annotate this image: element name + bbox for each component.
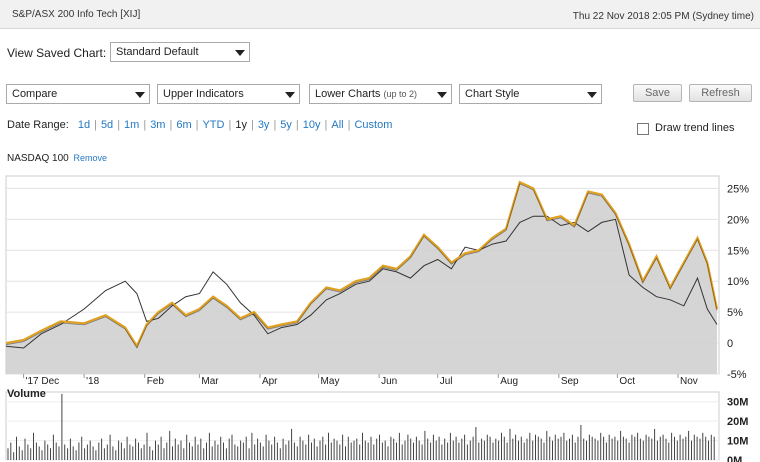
y-tick-label: 15%: [727, 245, 749, 257]
volume-tick-label: 20M: [727, 416, 748, 428]
range-separator: |: [169, 119, 173, 131]
volume-tick-label: 10M: [727, 436, 748, 448]
range-custom[interactable]: Custom: [354, 119, 392, 131]
chevron-down-icon: [437, 92, 447, 98]
x-tick-label: '17 Dec: [26, 376, 60, 387]
saved-chart-label: View Saved Chart:: [7, 46, 107, 60]
x-tick-label: Mar: [201, 376, 219, 387]
date-range-label: Date Range:: [7, 119, 69, 131]
range-separator: |: [143, 119, 147, 131]
refresh-button[interactable]: Refresh: [689, 84, 752, 102]
y-tick-label: 0: [727, 338, 733, 350]
range-3m[interactable]: 3m: [150, 119, 165, 131]
compare-select[interactable]: Compare: [6, 84, 150, 104]
trend-lines-checkbox[interactable]: [637, 123, 649, 135]
saved-chart-value: Standard Default: [116, 46, 199, 58]
x-axis: '17 Dec '18 Feb Mar Apr May Jun Jul Aug Sep Oct Nov: [23, 374, 698, 387]
chevron-down-icon: [235, 50, 245, 56]
range-separator: |: [324, 119, 328, 131]
remove-comparison-link[interactable]: Remove: [73, 153, 107, 163]
range-separator: |: [94, 119, 97, 131]
x-tick-label: Aug: [500, 376, 518, 387]
security-title: S&P/ASX 200 Info Tech [XIJ]: [12, 9, 141, 20]
date-range-bar: Date Range: 1d | 5d | 1m | 3m | 6m | YTD | 1y | 3y | 5y |…: [7, 119, 392, 131]
date-range-options: 1d | 5d | 1m | 3m | 6m | YTD | 1y | 3y | 5y | 10y | All | Cust…: [78, 119, 393, 131]
x-tick-label: Apr: [262, 376, 278, 387]
comparison-legend: NASDAQ 100 Remove: [7, 153, 107, 164]
compare-label: Compare: [12, 88, 58, 100]
x-tick-label: Sep: [561, 376, 579, 387]
x-tick-label: May: [321, 376, 340, 387]
x-tick-label: Oct: [619, 376, 635, 387]
range-separator: |: [228, 119, 232, 131]
page-header: S&P/ASX 200 Info Tech [XIJ] Thu 22 Nov 2…: [0, 0, 760, 29]
price-chart: 25% 20% 15% 10% 5% 0 -5% '17 Dec '18 Feb Mar Apr Ma…: [5, 175, 749, 462]
x-tick-label: Jul: [440, 376, 453, 387]
chevron-down-icon: [135, 92, 145, 98]
chart-style-label: Chart Style: [465, 88, 520, 100]
volume-tick-label: 30M: [727, 397, 748, 409]
trend-lines-label: Draw trend lines: [655, 122, 735, 134]
y-tick-label: 5%: [727, 307, 743, 319]
x-tick-label: Nov: [680, 376, 698, 387]
x-tick-label: Jun: [381, 376, 397, 387]
y-axis: 25% 20% 15% 10% 5% 0 -5%: [727, 183, 749, 381]
upper-indicators-select[interactable]: Upper Indicators: [157, 84, 300, 104]
x-tick-label: Feb: [147, 376, 165, 387]
range-3y[interactable]: 3y: [258, 119, 270, 131]
range-1m[interactable]: 1m: [124, 119, 139, 131]
volume-chart: Volume 30M 20M 10M 0M: [5, 388, 748, 462]
comparison-name: NASDAQ 100: [7, 153, 69, 164]
x-tick-label: '18: [86, 376, 99, 387]
range-separator: |: [195, 119, 199, 131]
range-all[interactable]: All: [331, 119, 343, 131]
range-ytd[interactable]: YTD: [202, 119, 224, 131]
y-tick-label: 10%: [727, 276, 749, 288]
range-1y[interactable]: 1y: [235, 119, 247, 131]
range-5d[interactable]: 5d: [101, 119, 113, 131]
range-5y[interactable]: 5y: [280, 119, 292, 131]
range-separator: |: [117, 119, 121, 131]
upper-indicators-label: Upper Indicators: [163, 88, 244, 100]
range-6m[interactable]: 6m: [176, 119, 191, 131]
chart-style-select[interactable]: Chart Style: [459, 84, 602, 104]
saved-chart-select[interactable]: Standard Default: [110, 42, 250, 62]
y-tick-label: 20%: [727, 214, 749, 226]
chevron-down-icon: [587, 92, 597, 98]
timestamp: Thu 22 Nov 2018 2:05 PM (Sydney time): [572, 11, 754, 22]
lower-charts-label: Lower Charts: [315, 88, 381, 100]
y-tick-label: -5%: [727, 369, 747, 381]
volume-tick-label: 0M: [727, 455, 742, 462]
save-button[interactable]: Save: [633, 84, 682, 102]
range-separator: |: [347, 119, 351, 131]
lower-charts-note: (up to 2): [383, 89, 418, 99]
range-separator: |: [273, 119, 277, 131]
chevron-down-icon: [285, 92, 295, 98]
y-tick-label: 25%: [727, 183, 749, 195]
volume-label: Volume: [7, 388, 46, 400]
lower-charts-select[interactable]: Lower Charts (up to 2): [309, 84, 452, 104]
range-separator: |: [295, 119, 299, 131]
range-10y[interactable]: 10y: [303, 119, 321, 131]
range-1d[interactable]: 1d: [78, 119, 90, 131]
range-separator: |: [250, 119, 254, 131]
